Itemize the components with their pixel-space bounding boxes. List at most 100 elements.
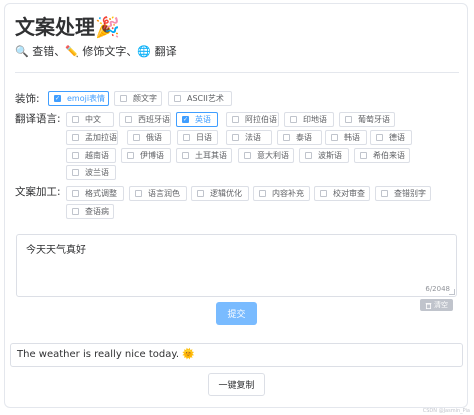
option-label: 伊博语 (140, 151, 164, 160)
option-label: 孟加拉语 (85, 133, 117, 142)
checkbox-icon (232, 134, 239, 141)
translate-option-hindi[interactable]: 印地语 (284, 112, 334, 127)
checkbox-icon (305, 152, 312, 159)
processing-option-expand[interactable]: 内容补充 (253, 186, 310, 201)
translate-option-japanese[interactable]: 日语 (177, 130, 218, 145)
option-label: 意大利语 (257, 151, 289, 160)
option-label: 语言润色 (148, 189, 180, 198)
checkbox-icon (72, 134, 79, 141)
globe-icon: 🌐 (137, 45, 152, 58)
subtitle-translate: 翻译 (154, 45, 177, 58)
translate-option-persian[interactable]: 波斯语 (299, 148, 349, 163)
checkbox-icon (72, 208, 79, 215)
text-input[interactable]: 今天天气真好 6/2048 (16, 234, 457, 297)
checkbox-icon (133, 134, 140, 141)
translate-option-french[interactable]: 法语 (226, 130, 272, 145)
clear-button[interactable]: 清空 (420, 299, 453, 311)
option-label: 法语 (245, 133, 261, 142)
option-label: 逻辑优化 (210, 189, 242, 198)
checkbox-icon (174, 95, 181, 102)
checkbox-icon (376, 134, 383, 141)
checkbox-icon (244, 152, 251, 159)
processing-option-logic[interactable]: 逻辑优化 (191, 186, 249, 201)
text-input-value: 今天天气真好 (26, 245, 86, 256)
checkbox-icon (360, 152, 367, 159)
checkbox-icon (232, 116, 239, 123)
translate-option-thai[interactable]: 泰语 (277, 130, 322, 145)
option-label: 俄语 (146, 133, 162, 142)
checkbox-icon (182, 152, 189, 159)
decoration-option-ascii[interactable]: ASCII艺术 (168, 91, 232, 106)
option-label: 泰语 (296, 133, 312, 142)
sun-icon: 🌞 (182, 349, 195, 360)
translate-option-hebrew[interactable]: 希伯来语 (354, 148, 410, 163)
translate-option-turkish[interactable]: 土耳其语 (176, 148, 232, 163)
option-label: 印地语 (303, 115, 327, 124)
checkbox-icon: ✓ (182, 115, 189, 123)
checkbox-icon (72, 152, 79, 159)
processing-option-format[interactable]: 格式调整 (66, 186, 124, 201)
checkbox-icon (290, 116, 297, 123)
option-label: 中文 (85, 115, 101, 124)
translate-label: 翻译语言: (15, 113, 61, 125)
translate-option-portuguese[interactable]: 葡萄牙语 (339, 112, 395, 127)
translate-option-vietnamese[interactable]: 越南语 (66, 148, 116, 163)
pencil-icon: ✏️ (65, 45, 79, 58)
option-label: 葡萄牙语 (358, 115, 390, 124)
option-label: emoji表情 (67, 94, 106, 103)
option-label: 阿拉伯语 (245, 115, 277, 124)
option-label: 格式调整 (85, 189, 117, 198)
checkbox-icon (72, 190, 79, 197)
option-label: 韩语 (344, 133, 360, 142)
checkbox-icon: ✓ (54, 94, 61, 102)
translate-option-english[interactable]: ✓ 英语 (176, 112, 218, 127)
option-label: 越南语 (85, 151, 109, 160)
checkbox-icon (381, 190, 388, 197)
translate-option-spanish[interactable]: 西班牙语 (119, 112, 171, 127)
translate-option-german[interactable]: 德语 (370, 130, 412, 145)
checkbox-icon (127, 152, 134, 159)
option-label: 查语病 (85, 207, 109, 216)
submit-button[interactable]: 提交 (216, 302, 257, 325)
page-title-text: 文案处理 (15, 15, 95, 39)
processing-option-grammar[interactable]: 查语病 (66, 204, 114, 219)
checkbox-icon (345, 116, 352, 123)
decoration-option-emoji[interactable]: ✓ emoji表情 (48, 91, 109, 106)
option-label: 查错别字 (394, 189, 426, 198)
translate-option-igbo[interactable]: 伊博语 (121, 148, 171, 163)
option-label: 西班牙语 (138, 115, 170, 124)
copy-button[interactable]: 一键复制 (208, 373, 265, 396)
processing-option-review[interactable]: 校对审查 (314, 186, 370, 201)
translate-option-russian[interactable]: 俄语 (127, 130, 171, 145)
decoration-option-kaomoji[interactable]: 颜文字 (114, 91, 162, 106)
option-label: 校对审查 (333, 189, 365, 198)
char-counter: 6/2048 (425, 285, 450, 293)
watermark: CSDN @Jasmin_Pia (422, 408, 470, 414)
option-label: 德语 (389, 133, 405, 142)
checkbox-icon (259, 190, 266, 197)
processing-option-typo[interactable]: 查错别字 (375, 186, 431, 201)
checkbox-icon (283, 134, 290, 141)
option-label: 英语 (195, 115, 211, 124)
clear-button-label: 清空 (434, 301, 448, 309)
result-text: The weather is really nice today. (17, 349, 180, 360)
subtitle-polish: 修饰文字、 (82, 45, 138, 58)
translate-option-korean[interactable]: 韩语 (325, 130, 367, 145)
result-output[interactable]: The weather is really nice today. 🌞 (10, 343, 463, 367)
resize-handle[interactable] (449, 289, 455, 295)
magnifier-icon: 🔍 (15, 45, 29, 58)
option-label: 日语 (196, 133, 212, 142)
option-label: 波斯语 (318, 151, 342, 160)
checkbox-icon (331, 134, 338, 141)
processing-label: 文案加工: (15, 186, 61, 198)
trash-icon (425, 302, 432, 309)
translate-option-bengali[interactable]: 孟加拉语 (66, 130, 118, 145)
translate-option-arabic[interactable]: 阿拉伯语 (226, 112, 279, 127)
translate-option-chinese[interactable]: 中文 (66, 112, 114, 127)
translate-option-italian[interactable]: 意大利语 (238, 148, 294, 163)
checkbox-icon (135, 190, 142, 197)
decoration-label: 装饰: (15, 93, 40, 105)
processing-option-polish[interactable]: 语言润色 (129, 186, 187, 201)
divider (15, 72, 459, 73)
translate-option-polish[interactable]: 波兰语 (66, 165, 116, 180)
